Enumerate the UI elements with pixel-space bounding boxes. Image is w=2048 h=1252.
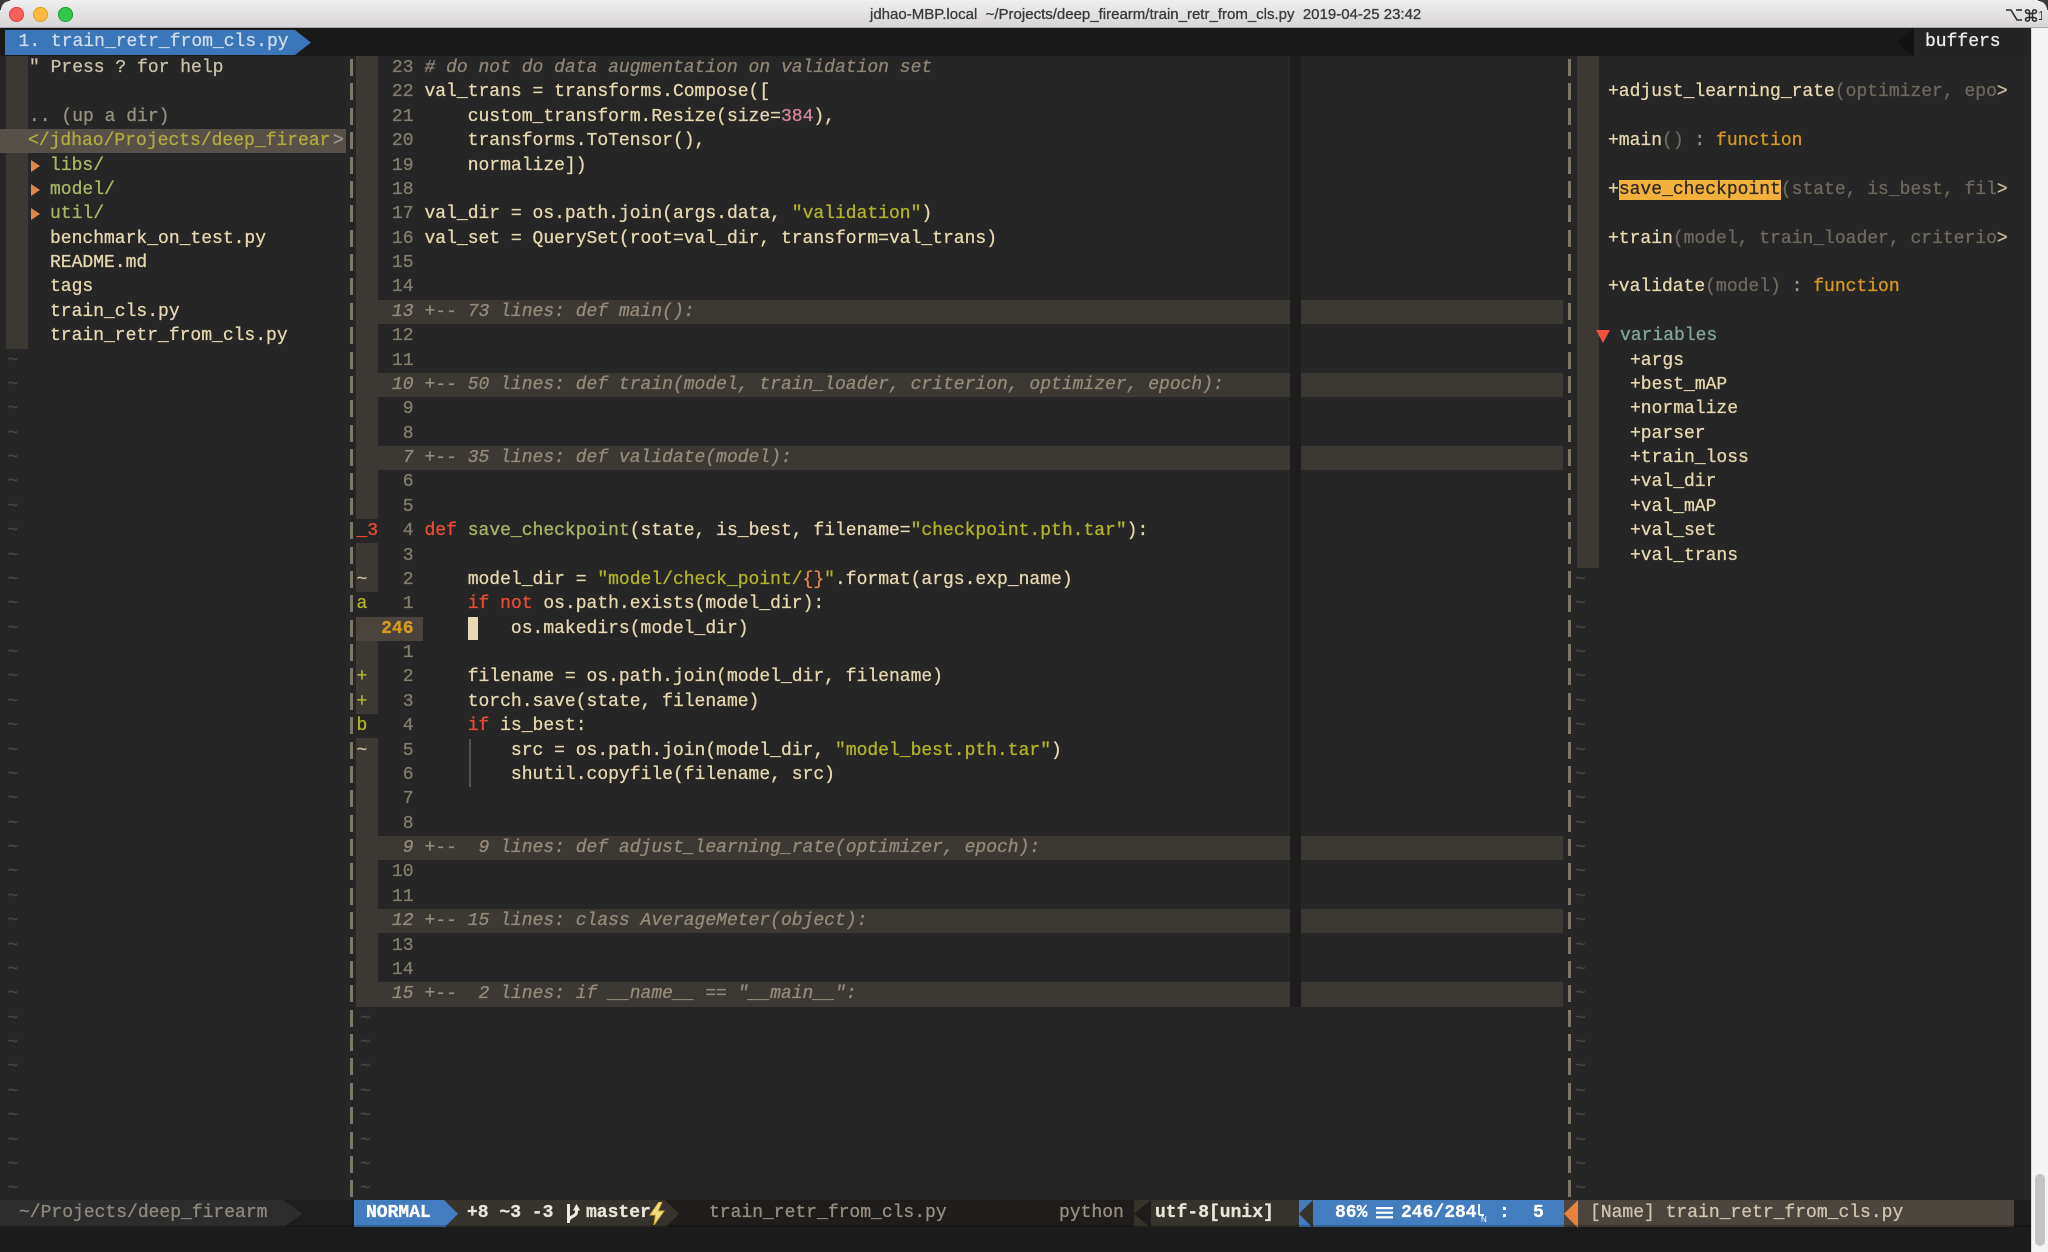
svg-text:1: 1: [2038, 8, 2042, 23]
svg-text:N: N: [1481, 1215, 1487, 1222]
